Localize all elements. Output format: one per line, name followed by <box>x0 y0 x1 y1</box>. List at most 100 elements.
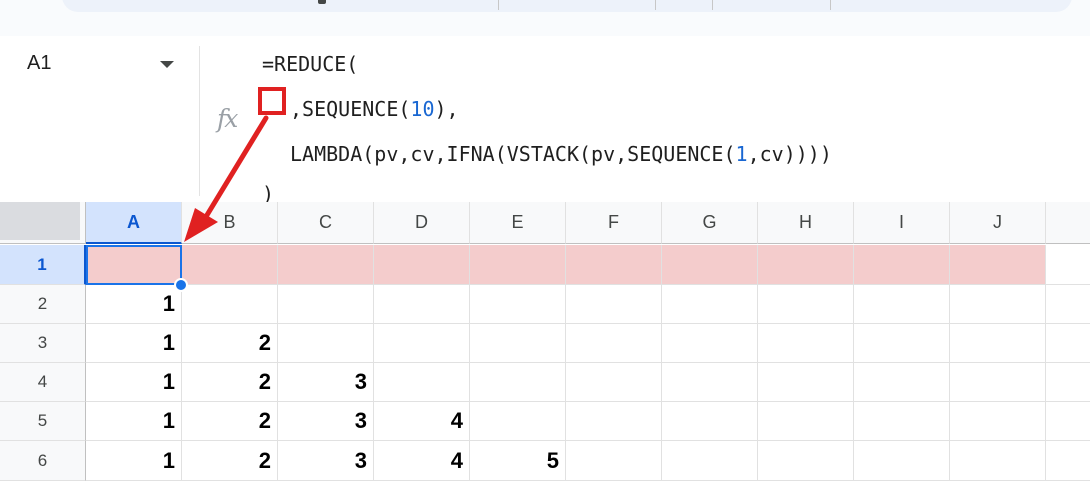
cell-overflow <box>1046 441 1090 481</box>
cell-e4[interactable] <box>470 363 566 402</box>
cell-a3[interactable]: 1 <box>86 324 182 363</box>
formula-line: =REDUCE( <box>262 52 358 76</box>
formula-number-token: 1 <box>735 142 748 166</box>
cell-g2[interactable] <box>662 285 758 324</box>
cell-f2[interactable] <box>566 285 662 324</box>
cell-h1[interactable] <box>758 245 854 285</box>
cell-j4[interactable] <box>950 363 1046 402</box>
active-cell-outline <box>86 245 182 285</box>
cell-d4[interactable] <box>374 363 470 402</box>
cell-g5[interactable] <box>662 402 758 441</box>
cell-g3[interactable] <box>662 324 758 363</box>
cell-e5[interactable] <box>470 402 566 441</box>
column-header-i[interactable]: I <box>854 202 950 244</box>
row-header-1[interactable]: 1 <box>0 245 86 285</box>
cell-a5[interactable]: 1 <box>86 402 182 441</box>
toolbar-separator <box>830 0 831 10</box>
formula-bar-divider <box>199 46 200 196</box>
formula-line: LAMBDA(pv,cv,IFNA(VSTACK(pv,SEQUENCE(1,c… <box>290 142 832 166</box>
fill-handle[interactable] <box>174 278 188 292</box>
cell-c5[interactable]: 3 <box>278 402 374 441</box>
cell-i3[interactable] <box>854 324 950 363</box>
cell-g4[interactable] <box>662 363 758 402</box>
formula-text-token: ), <box>434 97 459 121</box>
cell-c1[interactable] <box>278 245 374 285</box>
column-header-f[interactable]: F <box>566 202 662 244</box>
cell-j6[interactable] <box>950 441 1046 481</box>
toolbar-strip <box>0 0 1090 36</box>
cell-f6[interactable] <box>566 441 662 481</box>
row-header-2[interactable]: 2 <box>0 285 86 324</box>
cell-i5[interactable] <box>854 402 950 441</box>
row-header-5[interactable]: 5 <box>0 402 86 441</box>
name-box-dropdown-icon[interactable] <box>160 61 174 68</box>
cell-b3[interactable]: 2 <box>182 324 278 363</box>
cell-b6[interactable]: 2 <box>182 441 278 481</box>
cell-h3[interactable] <box>758 324 854 363</box>
cell-b2[interactable] <box>182 285 278 324</box>
cell-overflow <box>1046 245 1090 285</box>
cell-b5[interactable]: 2 <box>182 402 278 441</box>
cell-c3[interactable] <box>278 324 374 363</box>
fx-icon: fx <box>217 104 238 133</box>
toolbar-separator <box>655 0 656 10</box>
cell-a6[interactable]: 1 <box>86 441 182 481</box>
column-header-c[interactable]: C <box>278 202 374 244</box>
cell-d2[interactable] <box>374 285 470 324</box>
cell-j3[interactable] <box>950 324 1046 363</box>
row-header-6[interactable]: 6 <box>0 441 86 481</box>
column-header-b[interactable]: B <box>182 202 278 244</box>
select-all-corner[interactable] <box>0 202 86 244</box>
name-box[interactable]: A1 <box>27 52 51 75</box>
cell-overflow <box>1046 402 1090 441</box>
cell-f1[interactable] <box>566 245 662 285</box>
cell-f5[interactable] <box>566 402 662 441</box>
formula-text-token: ,cv)))) <box>747 142 832 166</box>
cell-h2[interactable] <box>758 285 854 324</box>
cell-c4[interactable]: 3 <box>278 363 374 402</box>
row-header-3[interactable]: 3 <box>0 324 86 363</box>
cell-f4[interactable] <box>566 363 662 402</box>
cell-j1[interactable] <box>950 245 1046 285</box>
cell-d3[interactable] <box>374 324 470 363</box>
cell-overflow <box>1046 324 1090 363</box>
cell-j5[interactable] <box>950 402 1046 441</box>
cell-a4[interactable]: 1 <box>86 363 182 402</box>
column-header-e[interactable]: E <box>470 202 566 244</box>
cell-h6[interactable] <box>758 441 854 481</box>
cell-d1[interactable] <box>374 245 470 285</box>
column-header-a[interactable]: A <box>86 202 182 244</box>
cell-i2[interactable] <box>854 285 950 324</box>
toolbar <box>62 0 1072 12</box>
toolbar-icon-fragment <box>318 0 326 4</box>
cell-i1[interactable] <box>854 245 950 285</box>
cell-b1[interactable] <box>182 245 278 285</box>
cell-h4[interactable] <box>758 363 854 402</box>
cell-c2[interactable] <box>278 285 374 324</box>
column-header-d[interactable]: D <box>374 202 470 244</box>
cell-d6[interactable]: 4 <box>374 441 470 481</box>
cell-i6[interactable] <box>854 441 950 481</box>
column-header-overflow <box>1046 202 1090 244</box>
cell-e6[interactable]: 5 <box>470 441 566 481</box>
cell-c6[interactable]: 3 <box>278 441 374 481</box>
toolbar-separator <box>498 0 499 10</box>
formula-placeholder-highlight-box <box>258 87 286 115</box>
column-header-j[interactable]: J <box>950 202 1046 244</box>
cell-e2[interactable] <box>470 285 566 324</box>
cell-e1[interactable] <box>470 245 566 285</box>
formula-line: ,SEQUENCE(10), <box>290 97 459 121</box>
cell-i4[interactable] <box>854 363 950 402</box>
cell-f3[interactable] <box>566 324 662 363</box>
cell-g1[interactable] <box>662 245 758 285</box>
cell-e3[interactable] <box>470 324 566 363</box>
cell-a2[interactable]: 1 <box>86 285 182 324</box>
cell-h5[interactable] <box>758 402 854 441</box>
cell-b4[interactable]: 2 <box>182 363 278 402</box>
cell-j2[interactable] <box>950 285 1046 324</box>
cell-g6[interactable] <box>662 441 758 481</box>
cell-d5[interactable]: 4 <box>374 402 470 441</box>
column-header-h[interactable]: H <box>758 202 854 244</box>
column-header-g[interactable]: G <box>662 202 758 244</box>
row-header-4[interactable]: 4 <box>0 363 86 402</box>
